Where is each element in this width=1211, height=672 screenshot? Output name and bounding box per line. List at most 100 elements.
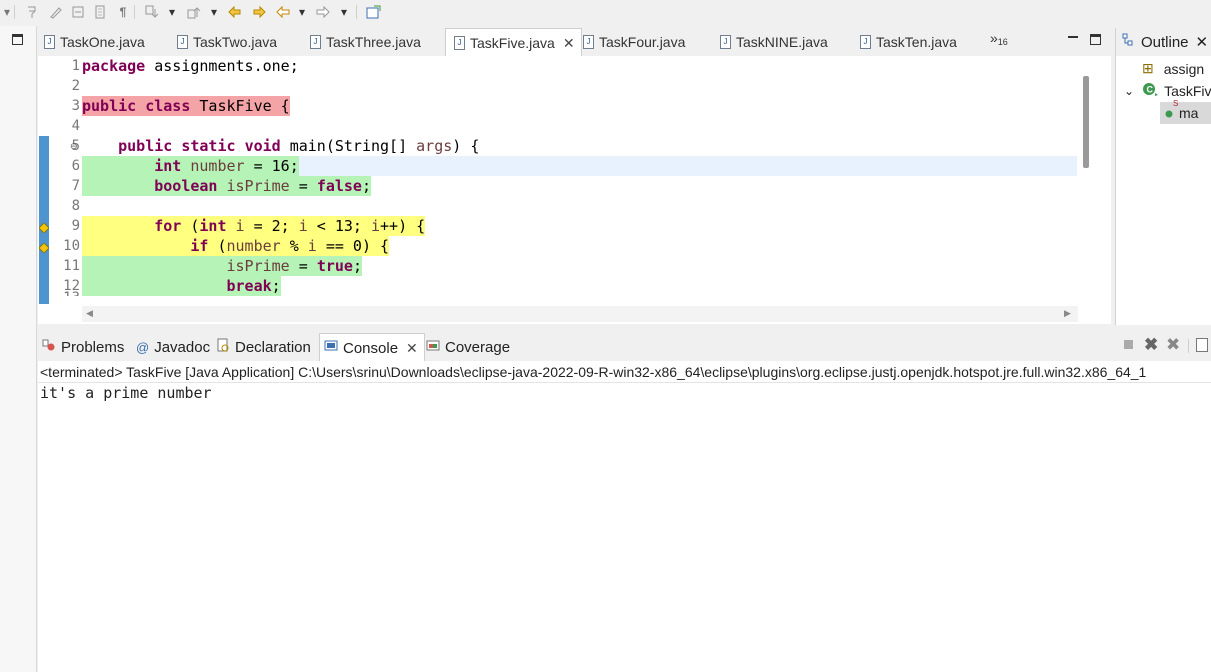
- chevron-right-icon: »: [990, 30, 998, 46]
- line-number: 2: [71, 78, 80, 94]
- dropdown-icon[interactable]: ▾: [2, 4, 12, 20]
- close-icon[interactable]: ✕: [563, 35, 575, 52]
- back-icon[interactable]: [274, 4, 292, 20]
- last-edit-forward-icon[interactable]: [250, 4, 268, 20]
- tab-problems[interactable]: Problems: [42, 333, 124, 361]
- java-file-icon: J: [177, 35, 188, 49]
- class-icon: C: [1142, 82, 1159, 99]
- code-line: package assignments.one;: [82, 57, 299, 75]
- open-task-icon[interactable]: [364, 4, 382, 20]
- line-number: 9: [71, 218, 80, 234]
- console-output-text: it's a prime number: [40, 384, 212, 402]
- back-dropdown-icon[interactable]: ▾: [296, 4, 308, 20]
- outline-item-method[interactable]: S ma: [1160, 99, 1211, 124]
- bottom-panel-tabs: Problems @ Javadoc Declaration Console ✕ C…: [38, 333, 1211, 362]
- tab-label: Declaration: [235, 338, 311, 356]
- line-number: 13: [63, 288, 80, 296]
- remove-all-icon[interactable]: ✖: [1166, 335, 1180, 355]
- outline-item-label: assign: [1163, 60, 1205, 77]
- tab-label: TaskTwo.java: [193, 34, 278, 50]
- tab-label: TaskNINE.java: [736, 34, 828, 50]
- editor-tab-bar: J TaskOne.java J TaskTwo.java J TaskThree.j…: [38, 28, 1111, 57]
- line-number: 6: [71, 158, 80, 174]
- overflow-count: 16: [997, 37, 1008, 47]
- line-number: 1: [71, 58, 80, 74]
- line-number: 4: [71, 118, 80, 134]
- remove-launch-icon[interactable]: ✖: [1144, 335, 1158, 355]
- line-number-gutter: 12345678910111213: [50, 56, 82, 304]
- scroll-right-icon[interactable]: ▶: [1064, 308, 1071, 319]
- fold-collapse-icon[interactable]: ⊖: [70, 141, 78, 152]
- horizontal-scrollbar[interactable]: ◀ ▶: [82, 306, 1078, 322]
- java-file-icon: J: [310, 35, 321, 49]
- scroll-left-icon[interactable]: ◀: [86, 308, 93, 319]
- tab-tasktwo[interactable]: J TaskTwo.java: [177, 28, 277, 56]
- tab-taskthree[interactable]: J TaskThree.java: [310, 28, 421, 56]
- tab-taskone[interactable]: J TaskOne.java: [44, 28, 145, 56]
- left-trim-stack: [0, 26, 37, 672]
- java-file-icon: J: [720, 35, 731, 49]
- tab-declaration[interactable]: Declaration: [216, 333, 311, 361]
- coverage-icon: [426, 338, 440, 356]
- outline-item-label: ma: [1179, 105, 1199, 121]
- tab-label: TaskTen.java: [876, 34, 957, 50]
- java-file-icon: J: [860, 35, 871, 49]
- declaration-icon: [216, 338, 230, 356]
- pin-icon[interactable]: [24, 4, 40, 20]
- clear-console-icon[interactable]: [1196, 338, 1208, 352]
- tab-label: Problems: [61, 338, 125, 356]
- tab-label: TaskFive.java: [470, 35, 555, 51]
- line-number: 3: [71, 98, 80, 114]
- terminate-icon[interactable]: [1124, 340, 1133, 349]
- tab-console[interactable]: Console ✕: [319, 333, 425, 362]
- next-annotation-icon[interactable]: [144, 4, 160, 20]
- tab-label: TaskOne.java: [60, 34, 145, 50]
- outline-item-package[interactable]: ⊞ assign: [1142, 60, 1204, 77]
- outline-icon: [1122, 33, 1136, 51]
- close-icon[interactable]: ✕: [1196, 33, 1209, 51]
- java-file-icon: J: [454, 36, 465, 50]
- forward-icon[interactable]: [314, 4, 332, 20]
- method-icon: S: [1165, 99, 1178, 121]
- minimize-icon[interactable]: [1068, 36, 1078, 38]
- prev-annotation-dropdown-icon[interactable]: ▾: [208, 4, 220, 20]
- maximize-icon[interactable]: [1090, 34, 1101, 45]
- tab-taskfour[interactable]: J TaskFour.java: [583, 28, 685, 56]
- svg-text:C: C: [1147, 85, 1154, 95]
- code-line: for (int i = 2; i < 13; i++) {: [154, 217, 426, 235]
- close-icon[interactable]: ✕: [406, 340, 418, 357]
- vertical-scrollbar-thumb[interactable]: [1083, 76, 1089, 168]
- console-output-area[interactable]: it's a prime number: [38, 383, 1211, 672]
- edit-icon[interactable]: [48, 4, 64, 20]
- tab-coverage[interactable]: Coverage: [426, 333, 510, 361]
- chevron-down-icon[interactable]: ⌄: [1124, 84, 1134, 98]
- warning-icon[interactable]: [38, 240, 50, 254]
- prev-annotation-icon[interactable]: [186, 4, 202, 20]
- outline-tab[interactable]: Outline ✕: [1116, 28, 1211, 56]
- tab-javadoc[interactable]: @ Javadoc: [136, 333, 210, 361]
- pilcrow-icon[interactable]: ¶: [116, 4, 130, 20]
- code-line: public static void main(String[] args) {: [118, 137, 480, 155]
- static-marker: S: [1173, 99, 1179, 108]
- main-toolbar: ▾ ¶ ▾ ▾ ▾ ▾: [0, 0, 1211, 26]
- console-status-line: <terminated> TaskFive [Java Application]…: [38, 361, 1211, 383]
- tab-label: TaskFour.java: [599, 34, 686, 50]
- warning-icon[interactable]: [38, 220, 50, 234]
- forward-dropdown-icon[interactable]: ▾: [338, 4, 350, 20]
- outline-item-class[interactable]: ⌄ C TaskFiv: [1124, 82, 1211, 99]
- block-icon[interactable]: [92, 4, 108, 20]
- next-annotation-dropdown-icon[interactable]: ▾: [166, 4, 178, 20]
- console-icon: [324, 339, 338, 357]
- tab-taskten[interactable]: J TaskTen.java: [860, 28, 957, 56]
- tab-taskfive[interactable]: J TaskFive.java ✕: [445, 28, 582, 57]
- tab-label: Coverage: [445, 338, 511, 356]
- tab-overflow-button[interactable]: » 16: [990, 24, 1008, 52]
- toggle-icon[interactable]: [70, 4, 86, 20]
- restore-icon[interactable]: [12, 34, 23, 45]
- java-file-icon: J: [44, 35, 55, 49]
- tab-tasknine[interactable]: J TaskNINE.java: [720, 28, 828, 56]
- last-edit-icon[interactable]: [226, 4, 244, 20]
- problems-icon: [42, 338, 56, 356]
- tab-label: TaskThree.java: [326, 34, 421, 50]
- code-editor[interactable]: 12345678910111213 ⊖ package assignments.…: [38, 56, 1111, 324]
